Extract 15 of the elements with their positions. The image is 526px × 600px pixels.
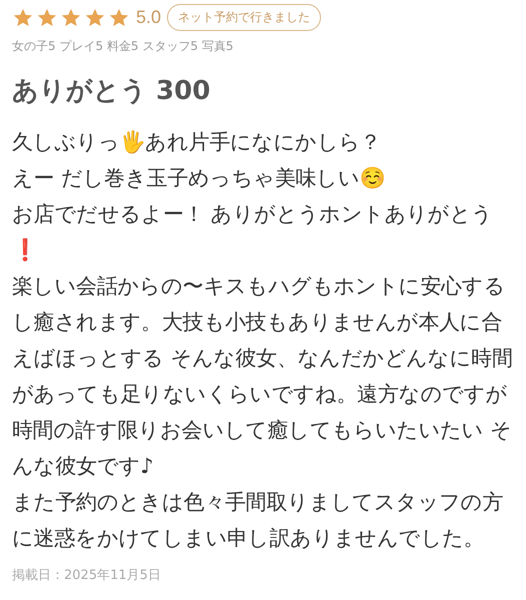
review-paragraph: えー だし巻き玉子めっちゃ美味しい☺ <box>12 165 386 192</box>
star-icon <box>84 6 106 28</box>
review-paragraph: お店でだせるよー！ ありがとうホントありがとう❗ <box>12 201 494 264</box>
posted-date: 掲載日：2025年11月5日 <box>12 567 162 584</box>
review-paragraph: 久しぶりっ🖐あれ片手になにかしら？ <box>12 129 382 156</box>
star-icon <box>36 6 58 28</box>
review-title: ありがとう 300 <box>12 75 212 108</box>
review-paragraph: また予約のときは色々手間取りましてスタッフの方に迷惑をかけてしまい申し訳ありませんでした。 <box>12 489 504 552</box>
star-icon <box>108 6 130 28</box>
rating-score: 5.0 <box>136 7 162 28</box>
sub-scores: 女の子5 プレイ5 料金5 スタッフ5 写真5 <box>12 38 234 55</box>
star-icon <box>12 6 34 28</box>
review-paragraph: 楽しい会話からの〜キスもハグもホントに安心するし癒されます。大技も小技もありませんが本人に合えばほっとする そんな彼女、なんだかどんなに時間があっても足りないくらいですね。遠方なのですが時間の許す限りお会いして癒してもらいたいたい そんな彼女です♪ <box>12 273 514 480</box>
star-icon <box>60 6 82 28</box>
reservation-badge: ネット予約で行きました <box>167 4 322 31</box>
